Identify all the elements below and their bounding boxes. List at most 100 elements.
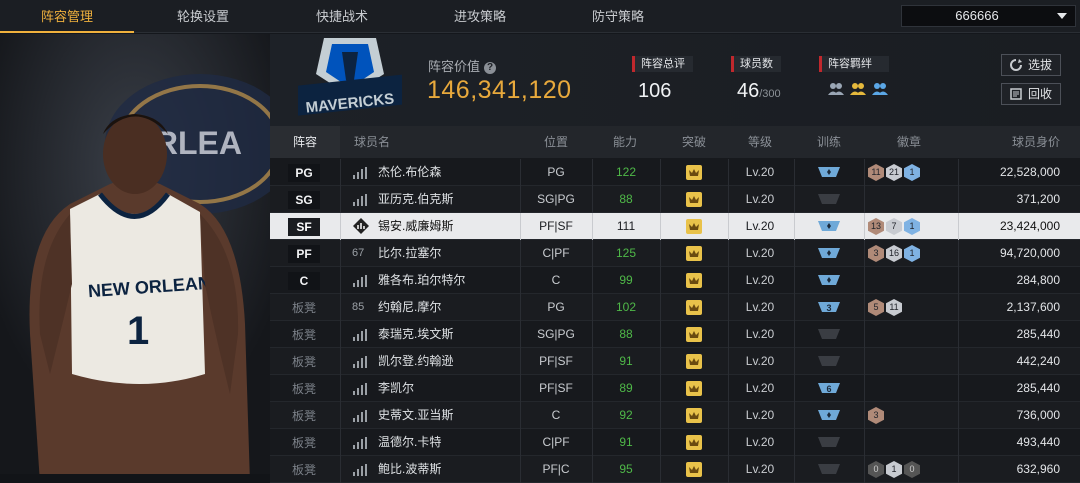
- breakthrough-crown-icon[interactable]: [686, 327, 702, 342]
- lineup-slot[interactable]: SG: [288, 191, 320, 209]
- badge-icon[interactable]: 11: [868, 164, 884, 181]
- badge-icon[interactable]: 0: [868, 461, 884, 478]
- tab-lineup[interactable]: 阵容管理: [0, 0, 134, 33]
- badge-icon[interactable]: 7: [886, 218, 902, 235]
- player-name[interactable]: 史蒂文.亚当斯: [378, 402, 453, 429]
- lineup-slot[interactable]: SF: [288, 218, 320, 236]
- lineup-slot[interactable]: PG: [288, 164, 320, 182]
- lineup-slot[interactable]: 板凳: [288, 461, 320, 479]
- badge-icon[interactable]: 11: [886, 299, 902, 316]
- recycle-button[interactable]: 回收: [1001, 83, 1061, 105]
- breakthrough-crown-icon[interactable]: [686, 435, 702, 450]
- badge-icon[interactable]: 1: [904, 218, 920, 235]
- lineup-slot[interactable]: C: [288, 272, 320, 290]
- table-row[interactable]: PG 杰伦.布伦森 PG 122 Lv.20 11 21 1 22,528,000: [270, 159, 1080, 186]
- training-empty-icon[interactable]: [818, 462, 840, 476]
- tab-defense[interactable]: 防守策略: [551, 0, 685, 33]
- training-icon[interactable]: [818, 165, 840, 179]
- select-button[interactable]: 选拔: [1001, 54, 1061, 76]
- player-name[interactable]: 杰伦.布伦森: [378, 159, 441, 186]
- player-name[interactable]: 温德尔.卡特: [378, 429, 441, 456]
- table-row[interactable]: 板凳 李凯尔 PF|SF 89 Lv.20 6 285,440: [270, 375, 1080, 402]
- table-row[interactable]: 板凳 鲍比.波蒂斯 PF|C 95 Lv.20 0 1 0 632,960: [270, 456, 1080, 483]
- divider: [794, 267, 795, 294]
- breakthrough-crown-icon[interactable]: [686, 408, 702, 423]
- breakthrough-crown-icon[interactable]: [686, 246, 702, 261]
- lineup-slot[interactable]: 板凳: [288, 326, 320, 344]
- col-lineup[interactable]: 阵容: [270, 126, 340, 158]
- col-ability[interactable]: 能力: [590, 126, 660, 158]
- badge-icon[interactable]: 1: [904, 245, 920, 262]
- table-row[interactable]: PF 67 比尔.拉塞尔 C|PF 125 Lv.20 3 16 1 94,720,000: [270, 240, 1080, 267]
- player-name[interactable]: 约翰尼.摩尔: [378, 294, 441, 321]
- lineup-slot[interactable]: 板凳: [288, 407, 320, 425]
- table-row[interactable]: 板凳 凯尔登.约翰逊 PF|SF 91 Lv.20 442,240: [270, 348, 1080, 375]
- tab-quick-tactics[interactable]: 快捷战术: [275, 0, 409, 33]
- col-training[interactable]: 训练: [794, 126, 864, 158]
- col-level[interactable]: 等级: [728, 126, 792, 158]
- breakthrough-crown-icon[interactable]: [686, 273, 702, 288]
- training-level-icon[interactable]: 6: [818, 381, 840, 395]
- training-empty-icon[interactable]: [818, 435, 840, 449]
- badge-icon[interactable]: 16: [886, 245, 902, 262]
- training-icon[interactable]: [818, 408, 840, 422]
- player-name[interactable]: 雅各布.珀尔特尔: [378, 267, 465, 294]
- table-row[interactable]: 板凳 温德尔.卡特 C|PF 91 Lv.20 493,440: [270, 429, 1080, 456]
- lineup-slot[interactable]: 板凳: [288, 380, 320, 398]
- badge-icon[interactable]: 21: [886, 164, 902, 181]
- divider: [958, 456, 959, 483]
- badge-icon[interactable]: 1: [886, 461, 902, 478]
- lineup-slot[interactable]: 板凳: [288, 434, 320, 452]
- col-breakthrough[interactable]: 突破: [660, 126, 728, 158]
- breakthrough-crown-icon[interactable]: [686, 300, 702, 315]
- col-name[interactable]: 球员名: [340, 126, 420, 158]
- training-empty-icon[interactable]: [818, 192, 840, 206]
- badge-icon[interactable]: 0: [904, 461, 920, 478]
- training-level-icon[interactable]: 3: [818, 300, 840, 314]
- bond-people-icon[interactable]: [827, 80, 845, 98]
- col-price[interactable]: 球员身价: [958, 126, 1080, 158]
- lineup-slot[interactable]: PF: [288, 245, 320, 263]
- table-row[interactable]: SF 锡安.威廉姆斯 PF|SF 111 Lv.20 13 7 1 23,424,000: [270, 213, 1080, 240]
- training-empty-icon[interactable]: [818, 327, 840, 341]
- bond-gold-icon[interactable]: [849, 80, 867, 98]
- account-select[interactable]: 666666: [901, 5, 1076, 27]
- table-row[interactable]: C 雅各布.珀尔特尔 C 99 Lv.20 284,800: [270, 267, 1080, 294]
- tab-rotation[interactable]: 轮换设置: [136, 0, 270, 33]
- table-row[interactable]: 板凳 史蒂文.亚当斯 C 92 Lv.20 3 736,000: [270, 402, 1080, 429]
- breakthrough-crown-icon[interactable]: [686, 219, 702, 234]
- player-name[interactable]: 李凯尔: [378, 375, 414, 402]
- training-icon[interactable]: [818, 219, 840, 233]
- badge-icon[interactable]: 3: [868, 407, 884, 424]
- player-name[interactable]: 凯尔登.约翰逊: [378, 348, 453, 375]
- breakthrough-crown-icon[interactable]: [686, 462, 702, 477]
- player-name[interactable]: 亚历克.伯克斯: [378, 186, 453, 213]
- player-name[interactable]: 比尔.拉塞尔: [378, 240, 441, 267]
- player-name[interactable]: 泰瑞克.埃文斯: [378, 321, 453, 348]
- badge-icon[interactable]: 13: [868, 218, 884, 235]
- lineup-slot[interactable]: 板凳: [288, 353, 320, 371]
- col-badges[interactable]: 徽章: [864, 126, 954, 158]
- table-row[interactable]: 板凳 85 约翰尼.摩尔 PG 102 Lv.20 3 5 11 2,137,600: [270, 294, 1080, 321]
- table-row[interactable]: SG 亚历克.伯克斯 SG|PG 88 Lv.20 371,200: [270, 186, 1080, 213]
- badge-icon[interactable]: 3: [868, 245, 884, 262]
- bond-blue-icon[interactable]: [871, 80, 889, 98]
- player-name[interactable]: 锡安.威廉姆斯: [378, 213, 453, 240]
- tab-offense[interactable]: 进攻策略: [413, 0, 547, 33]
- col-position[interactable]: 位置: [520, 126, 592, 158]
- help-icon[interactable]: ?: [484, 62, 497, 74]
- training-icon[interactable]: [818, 273, 840, 287]
- training-empty-icon[interactable]: [818, 354, 840, 368]
- breakthrough-crown-icon[interactable]: [686, 165, 702, 180]
- lineup-slot[interactable]: 板凳: [288, 299, 320, 317]
- breakthrough-crown-icon[interactable]: [686, 192, 702, 207]
- table-row[interactable]: 板凳 泰瑞克.埃文斯 SG|PG 88 Lv.20 285,440: [270, 321, 1080, 348]
- breakthrough-crown-icon[interactable]: [686, 381, 702, 396]
- player-name[interactable]: 鲍比.波蒂斯: [378, 456, 441, 483]
- training-icon[interactable]: [818, 246, 840, 260]
- divider: [340, 159, 341, 186]
- breakthrough-crown-icon[interactable]: [686, 354, 702, 369]
- badge-icon[interactable]: 1: [904, 164, 920, 181]
- player-level: Lv.20: [745, 462, 775, 476]
- badge-icon[interactable]: 5: [868, 299, 884, 316]
